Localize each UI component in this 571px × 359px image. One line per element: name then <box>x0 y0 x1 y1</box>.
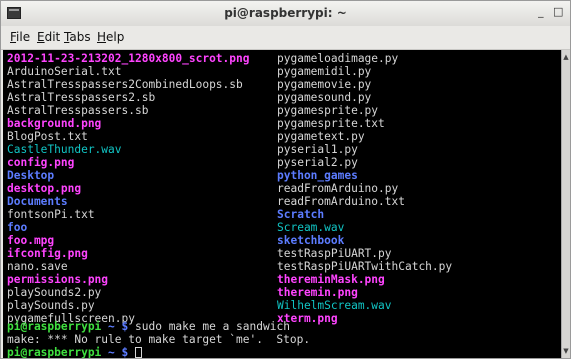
listing-entry-right: readFromArduino.py <box>277 182 399 195</box>
menu-tabs-label: abs <box>69 30 91 44</box>
listing-entry-right: pygamesprite.py <box>277 104 379 117</box>
menu-file-label: ile <box>16 30 31 44</box>
vertical-scrollbar[interactable] <box>561 50 570 358</box>
menu-help-label: elp <box>106 30 125 44</box>
listing-entry-right: testRaspPiUARTwithCatch.py <box>277 260 453 273</box>
listing-entry-left: playSounds2.py <box>7 286 102 299</box>
listing-entry-left: foo.mpg <box>7 234 55 247</box>
listing-entry-right: pygameloadimage.py <box>277 52 399 65</box>
menu-edit[interactable]: Edit <box>37 30 60 44</box>
listing-entry-right: theremin.png <box>277 286 358 299</box>
menu-help-mnemonic: H <box>97 30 107 44</box>
command-text: sudo make me a sandwich <box>135 320 290 333</box>
terminal-window: pi@raspberrypi: ~ _ □ x File Edit Tabs H… <box>0 0 571 359</box>
listing-entry-right: pygamemidil.py <box>277 65 372 78</box>
listing-entry-left: 2012-11-23-213202_1280x800_scrot.png <box>7 52 250 65</box>
listing-entry-right: Scream.wav <box>277 221 345 234</box>
listing-entry-left: Desktop <box>7 169 55 182</box>
listing-entry-right: readFromArduino.txt <box>277 195 405 208</box>
listing-entry-right: testRaspPiUART.py <box>277 247 392 260</box>
prompt-path-2: ~ $ <box>108 346 129 358</box>
listing-entry-left: ifconfig.png <box>7 247 88 260</box>
window-controls[interactable]: _ □ x <box>538 5 568 18</box>
menu-edit-label: dit <box>44 30 61 44</box>
listing-entry-right: pygamesound.py <box>277 91 372 104</box>
listing-entry-left: desktop.png <box>7 182 82 195</box>
menu-help[interactable]: Help <box>97 30 124 44</box>
window-title: pi@raspberrypi: ~ <box>224 6 347 20</box>
listing-entry-left: CastleThunder.wav <box>7 143 122 156</box>
listing-entry-right: sketchbook <box>277 234 345 247</box>
listing-entry-left: AstralTresspassers.sb <box>7 104 149 117</box>
listing-entry-left: nano.save <box>7 260 68 273</box>
listing-entry-left: AstralTresspassers2CombinedLoops.sb <box>7 78 243 91</box>
listing-entry-right: pygamesprite.txt <box>277 117 385 130</box>
prompt-user: pi@raspberrypi <box>7 320 102 333</box>
listing-entry-right: WilhelmScream.wav <box>277 299 392 312</box>
listing-entry-left: background.png <box>7 117 102 130</box>
prompt-user-2: pi@raspberrypi <box>7 346 102 358</box>
active-prompt-line: pi@raspberrypi ~ $ <box>7 346 143 358</box>
menu-tabs[interactable]: Tabs <box>64 30 91 44</box>
menu-edit-mnemonic: E <box>37 30 45 44</box>
command-line: pi@raspberrypi ~ $ sudo make me a sandwi… <box>7 320 290 333</box>
listing-entry-left: foo <box>7 221 28 234</box>
menu-file[interactable]: File <box>10 30 30 44</box>
scroll-up-arrow-icon[interactable]: ▲ <box>562 53 570 61</box>
listing-entry-left: BlogPost.txt <box>7 130 88 143</box>
prompt-path: ~ $ <box>108 320 129 333</box>
listing-entry-right: python_games <box>277 169 358 182</box>
listing-entry-left: Documents <box>7 195 68 208</box>
listing-entry-left: config.png <box>7 156 75 169</box>
text-cursor[interactable] <box>135 347 143 358</box>
listing-entry-left: AstralTresspassers2.sb <box>7 91 156 104</box>
listing-entry-right: Scratch <box>277 208 325 221</box>
listing-entry-right: pygametext.py <box>277 130 365 143</box>
listing-entry-right: thereminMask.png <box>277 273 385 286</box>
listing-entry-left: fontsonPi.txt <box>7 208 95 221</box>
menu-bar: File Edit Tabs Help <box>1 26 570 50</box>
scroll-down-arrow-icon[interactable]: ▼ <box>562 347 570 355</box>
listing-entry-right: pygamemovie.py <box>277 78 372 91</box>
listing-entry-left: ArduinoSerial.txt <box>7 65 122 78</box>
listing-entry-right: pyserial1.py <box>277 143 358 156</box>
listing-entry-right: pyserial2.py <box>277 156 358 169</box>
listing-entry-left: playSounds.py <box>7 299 95 312</box>
command-output: make: *** No rule to make target `me'. S… <box>7 333 311 346</box>
listing-entry-left: permissions.png <box>7 273 109 286</box>
terminal-output[interactable]: 2012-11-23-213202_1280x800_scrot.png Ardu… <box>3 50 563 358</box>
title-bar[interactable]: pi@raspberrypi: ~ _ □ x <box>1 1 570 27</box>
